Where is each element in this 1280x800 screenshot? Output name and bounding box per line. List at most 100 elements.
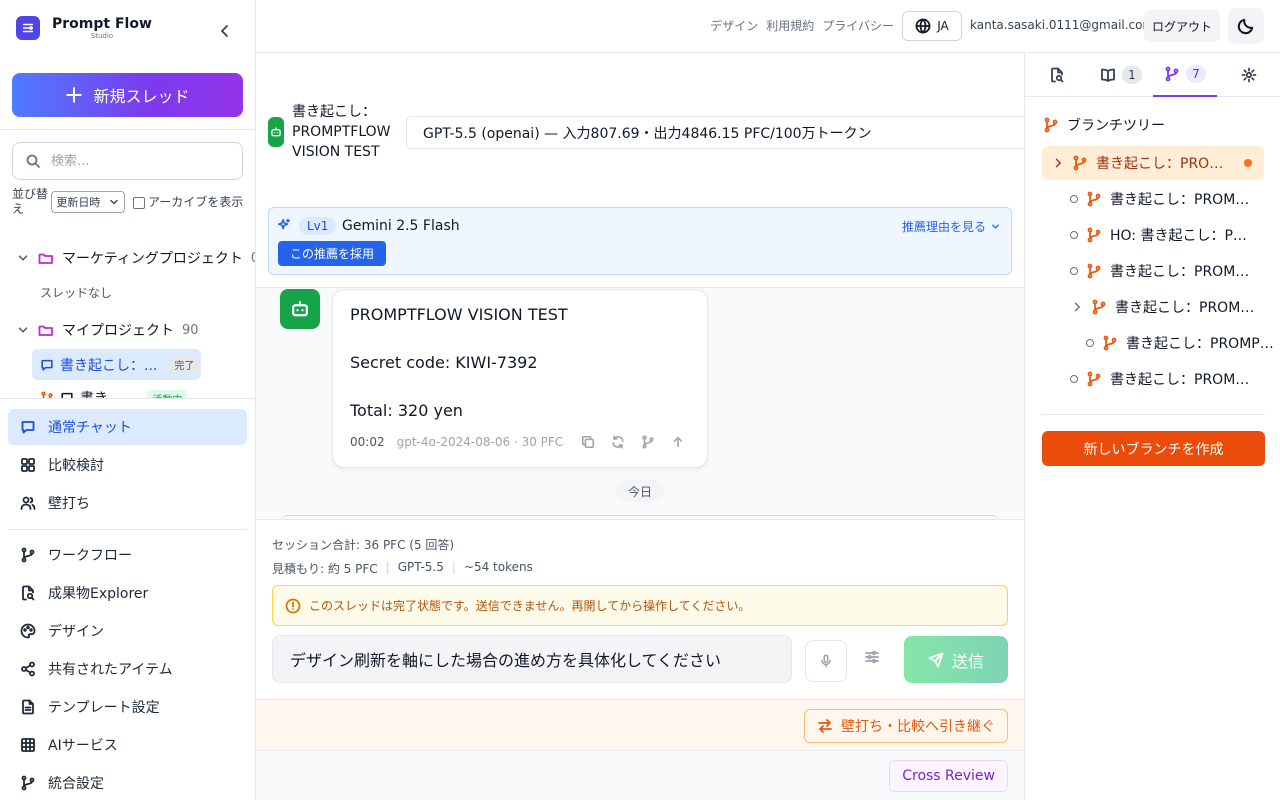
search-input[interactable] [51,153,221,169]
chevron-down-icon[interactable] [16,323,30,337]
folder-row-marketing[interactable]: マーケティングプロジェクト 0 [16,248,255,268]
tab-branches[interactable]: 7 [1153,53,1217,97]
branch-item[interactable]: HO: 書き起こし：PROMPTFLOW VISION TEST [1070,218,1278,252]
new-branch-button[interactable]: 新しいブランチを作成 [1042,431,1265,466]
nav-item-template-settings[interactable]: テンプレート設定 [8,689,247,725]
cross-review-button[interactable]: Cross Review [889,760,1008,792]
bot-icon [268,117,284,147]
chat-icon [41,359,53,371]
handoff-button[interactable]: 壁打ち・比較へ引き継ぐ [804,709,1008,743]
tab-knowledge[interactable]: 1 [1089,53,1153,97]
branch-icon [1087,191,1101,207]
message-input[interactable]: デザイン刷新を軸にした場合の進め方を具体化してください [272,635,792,683]
archive-label: アーカイブを表示 [148,194,244,209]
alert-circle-icon [285,598,301,613]
search-box[interactable] [12,142,243,180]
branch-label: 書き起こし：PROMPTFLOW VISION TEST [1115,300,1255,316]
send-label: 送信 [951,651,984,671]
language-label: JA [937,19,949,33]
voice-input-button[interactable] [805,640,847,682]
nav-item-artifact-explorer[interactable]: 成果物Explorer [8,575,247,611]
language-button[interactable]: JA [902,11,962,41]
tab-artifacts[interactable] [1025,53,1089,97]
swap-icon [818,719,832,733]
nav-item-normal-chat[interactable]: 通常チャット [8,409,247,445]
branch-label: 書き起こし：PROMPTFLOW VISION TEST [1110,264,1250,280]
branch-item[interactable]: 書き起こし：PROMPTFLOW VISION TEST [1086,326,1280,360]
link-terms[interactable]: 利用規約 [766,17,814,34]
regenerate-icon[interactable] [611,435,625,449]
nav-item-workflow[interactable]: ワークフロー [8,537,247,573]
logout-button[interactable]: ログアウト [1144,10,1220,42]
copy-icon[interactable] [581,435,595,449]
message-line: Secret code: KIWI-7392 [350,353,538,372]
right-panel: 1 7 ブランチツリー 書き起こし：PROMPTFLOW VISION TEST… [1024,53,1280,800]
branch-icon [1087,371,1101,387]
sort-label: 並び替え [12,187,49,216]
tab-settings[interactable] [1217,53,1280,97]
top-bar: デザイン 利用規約 プライバシー JA kanta.sasaki.0111@gm… [256,0,1280,53]
microphone-icon [821,654,831,668]
sort-select[interactable]: 更新日時 [51,191,125,213]
arrow-up-icon[interactable] [671,435,685,449]
branch-label: 書き起こし：PROMPTFLOW VISION TEST [1126,336,1276,352]
tree-title-label: ブランチツリー [1067,118,1165,134]
date-divider: 今日 [616,480,665,502]
nav-label: ワークフロー [48,548,132,564]
chevron-down-icon[interactable] [16,251,30,265]
branch-item[interactable]: 書き起こし：PROMPTFLOW VISION TEST [1070,362,1278,396]
folder-row-my-project[interactable]: マイプロジェクト 90 [16,320,199,340]
chevron-right-icon[interactable] [1052,157,1064,169]
branch-label: 書き起こし：PROMPTFLOW VISION TEST [1096,156,1232,172]
brand[interactable]: Prompt Flow Studio [16,16,152,40]
branch-label: 書き起こし：PROMPTFLOW VISION TEST [1110,192,1250,208]
branch-icon [1103,335,1117,351]
collapse-sidebar-button[interactable] [214,20,236,42]
new-thread-button[interactable]: 新規スレッド [12,73,243,117]
nav-item-ai-services[interactable]: AIサービス [8,727,247,763]
send-button[interactable]: 送信 [904,636,1008,683]
branch-item-current[interactable]: 書き起こし：PROMPTFLOW VISION TEST [1042,146,1264,180]
nav-item-integration-settings[interactable]: 統合設定 [8,765,247,800]
chevron-left-icon [221,25,228,37]
recommendation-reason-toggle[interactable]: 推薦理由を見る [902,218,1001,235]
tab-count: 1 [1122,66,1142,84]
branch-icon [1165,66,1179,82]
nav-label: 共有されたアイテム [48,662,173,678]
branch-icon [1073,155,1087,171]
prompt-flow-logo-icon [16,16,40,40]
sidebar-divider [8,529,247,530]
nav-item-compare[interactable]: 比較検討 [8,447,247,483]
adopt-recommendation-button[interactable]: この推薦を採用 [278,241,387,266]
archive-toggle[interactable]: アーカイブを表示 [133,195,248,210]
search-icon [26,154,40,168]
user-email: kanta.sasaki.0111@gmail.com [970,18,1155,32]
merge-icon [21,775,35,791]
branch-icon [1087,227,1101,243]
nav-item-design[interactable]: デザイン [8,613,247,649]
chevron-right-icon[interactable] [1071,301,1083,313]
link-privacy[interactable]: プライバシー [822,17,894,34]
archive-checkbox[interactable] [133,196,145,209]
branch-item[interactable]: 書き起こし：PROMPTFLOW VISION TEST [1070,182,1278,216]
thread-item-active[interactable]: 書き起こし：... 完了 [32,349,201,380]
new-thread-label: 新規スレッド [93,87,190,106]
separator: | [451,560,456,574]
options-button[interactable] [864,649,880,665]
link-design[interactable]: デザイン [710,17,758,34]
sidebar-nav: 通常チャット 比較検討 壁打ち ワークフロー 成果物Explorer デザイン … [0,399,255,800]
review-bar: Cross Review [256,750,1024,800]
nav-label: AIサービス [48,738,118,754]
folder-count: 90 [182,322,199,338]
grid-icon [21,458,35,472]
branch-icon[interactable] [641,435,655,449]
nav-item-shared[interactable]: 共有されたアイテム [8,651,247,687]
nav-item-brainstorm[interactable]: 壁打ち [8,485,247,521]
theme-toggle-button[interactable] [1228,8,1264,44]
branch-item[interactable]: 書き起こし：PROMPTFLOW VISION TEST [1071,290,1279,324]
branch-item[interactable]: 書き起こし：PROMPTFLOW VISION TEST [1070,254,1278,288]
gear-icon [1241,67,1257,83]
sort-value: 更新日時 [56,196,101,209]
nav-label: 壁打ち [48,496,90,512]
model-select[interactable]: GPT-5.5 (openai) — 入力807.69・出力4846.15 PF… [406,116,1024,149]
